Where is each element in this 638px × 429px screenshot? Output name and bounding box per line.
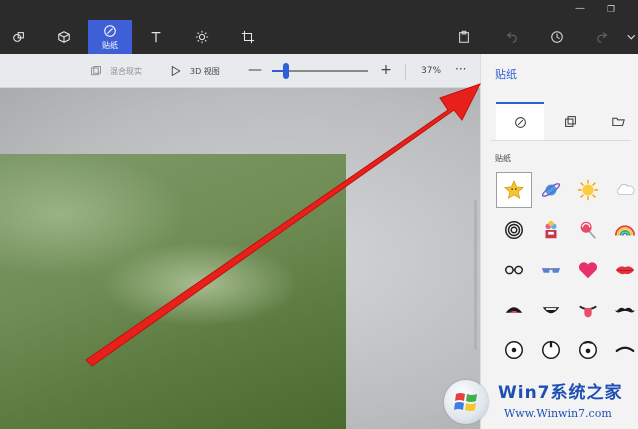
minimize-button[interactable]: — [573,4,587,16]
lips-sticker-icon [615,266,635,275]
sticker-mustache[interactable] [607,292,638,328]
heart-sticker-icon [578,262,598,279]
stickers-panel: 贴纸 贴纸 [480,54,638,429]
section-label: 贴纸 [495,154,511,163]
tab-textures[interactable] [546,102,594,140]
sticker-eye[interactable] [496,332,532,368]
zoom-divider [405,64,406,80]
view-3d-icon [171,65,181,77]
folder-icon [611,117,625,126]
eye-side-sticker-icon [579,341,597,359]
sticker-rainbow[interactable] [607,212,638,248]
tool-text[interactable] [139,20,173,54]
paste-button[interactable] [457,30,473,46]
sun-sticker-icon [577,179,599,201]
sticker-grin-mouth[interactable] [533,292,569,328]
tool-2d-shapes[interactable] [2,20,36,54]
lollipop-sticker-icon [580,221,596,239]
tool-effects[interactable] [185,20,219,54]
tab-stickers[interactable] [496,102,544,140]
tool-stickers-label: 贴纸 [102,40,118,50]
sticker-glasses[interactable] [496,252,532,288]
sticker-icon [514,116,526,128]
zoom-value: 37% [421,66,442,76]
eye-up-sticker-icon [542,341,560,359]
chevron-down-icon [627,34,636,40]
glasses-sticker-icon [505,265,523,275]
panel-title: 贴纸 [495,68,517,81]
windows-logo-icon [444,380,488,424]
watermark-url: Www.Winwin7.com [504,407,612,420]
view-toolbar: 混合现实 3D 视图 [0,54,480,88]
planet-sticker-icon [541,183,561,197]
sticker-cloud[interactable] [607,172,638,208]
tab-custom-sticker[interactable] [594,102,638,140]
texture-icon [564,115,576,127]
sticker-eyebrow[interactable] [607,332,638,368]
sticker-tongue-mouth[interactable] [570,292,606,328]
site-watermark: Win7系统之家 Www.Winwin7.com [440,376,638,429]
tool-canvas[interactable] [231,20,265,54]
view-3d-button[interactable]: 3D 视图 [170,54,220,88]
spiral-sticker-icon [505,221,523,239]
watermark-title: Win7系统之家 [498,383,623,403]
star-sticker-icon [503,179,525,200]
shapes-2d-icon [13,32,24,42]
rainbow-sticker-icon [614,225,636,236]
sticker-icon [104,24,116,37]
sticker-sunglasses[interactable] [533,252,569,288]
eyebrow-sticker-icon [615,346,635,353]
mustache-sticker-icon [614,307,636,313]
cloud-sticker-icon [617,183,635,196]
vertical-scrollbar[interactable] [474,200,477,350]
grin-mouth-sticker-icon [542,307,560,314]
panel-divider [491,140,631,141]
tool-3d-shapes[interactable] [47,20,81,54]
title-bar: — ❐ 贴纸 [0,0,638,54]
canvas-image[interactable] [0,154,346,429]
zoom-in-button[interactable]: + [379,63,393,77]
sunglasses-sticker-icon [541,268,561,273]
windows-flag-icon [454,393,477,411]
undo-icon [507,32,517,43]
redo-button[interactable] [596,30,612,46]
sticker-open-mouth[interactable] [496,292,532,328]
clipboard-icon [459,30,469,43]
tool-stickers[interactable]: 贴纸 [88,20,132,54]
mixed-reality-button[interactable]: 混合现实 [90,54,142,88]
bouquet-sticker-icon [545,220,557,239]
canvas-crop-icon [241,30,255,44]
effects-sun-icon [195,30,209,44]
open-mouth-sticker-icon [505,307,523,313]
zoom-out-button[interactable]: — [248,63,262,77]
maximize-button[interactable]: ❐ [604,4,618,16]
mixed-reality-icon [91,66,101,76]
redo-icon [597,32,607,43]
sticker-star[interactable] [496,172,532,208]
sticker-bouquet[interactable] [533,212,569,248]
sticker-eye-side[interactable] [570,332,606,368]
sticker-lips[interactable] [607,252,638,288]
sticker-spiral[interactable] [496,212,532,248]
overflow-chevron[interactable] [626,30,638,46]
sticker-heart[interactable] [570,252,606,288]
view-3d-label: 3D 视图 [190,66,220,76]
cube-icon [58,31,70,43]
sticker-sun[interactable] [570,172,606,208]
zoom-slider-thumb[interactable] [283,63,289,79]
undo-button[interactable] [504,30,520,46]
sticker-lollipop[interactable] [570,212,606,248]
sticker-planet[interactable] [533,172,569,208]
more-options-button[interactable]: ··· [455,54,466,88]
text-icon [151,32,161,43]
mixed-reality-label: 混合现实 [110,66,142,76]
sticker-eye-up[interactable] [533,332,569,368]
tongue-mouth-sticker-icon [579,305,597,318]
history-button[interactable] [550,30,566,46]
history-icon [551,31,563,43]
eye-sticker-icon [505,341,523,359]
